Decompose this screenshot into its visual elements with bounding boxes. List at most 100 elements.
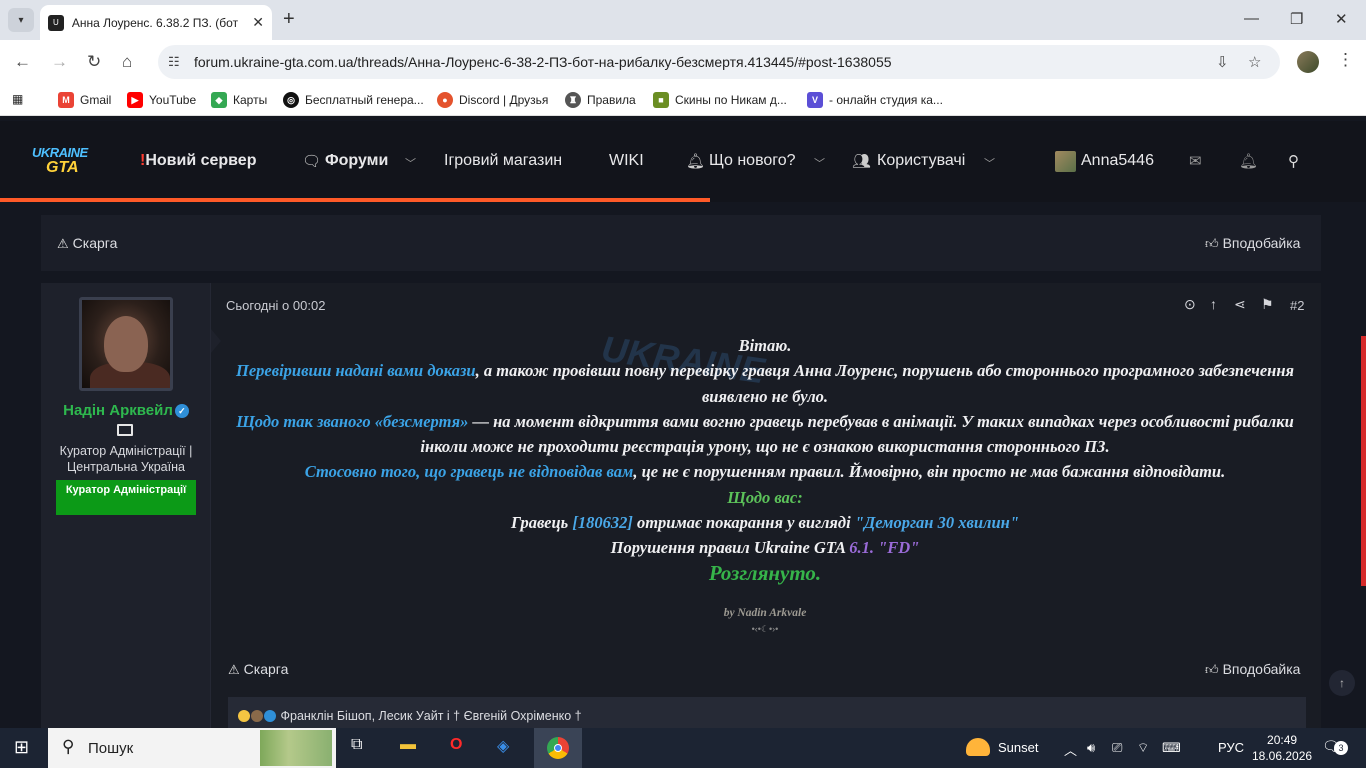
forward-icon[interactable]: → [51,52,68,72]
address-bar[interactable]: ☷ forum.ukraine-gta.com.ua/threads/Анна-… [158,45,1280,79]
app-icon[interactable]: ◈ [497,736,509,756]
like-button[interactable]: 👍︎ Вподобайка [1205,661,1300,678]
keyboard-icon[interactable]: ⌨ [1162,740,1181,756]
tab-search-button[interactable]: ▾ [8,8,34,32]
install-app-icon[interactable]: ⇩ [1216,53,1229,71]
taskbar-search[interactable]: ⚲ Пошук [48,728,336,768]
search-icon[interactable]: ⚲ [1288,152,1299,170]
home-icon[interactable]: ⌂ [122,52,132,72]
nav-username[interactable]: Anna5446 [1081,152,1154,170]
react-icon[interactable]: ⊙ [1184,296,1196,313]
weather-icon[interactable] [966,738,990,756]
logo-text-top: UKRAINE [32,145,88,160]
comment-icon: 🗨 [302,153,322,170]
url-text[interactable]: forum.ukraine-gta.com.ua/threads/Анна-Ло… [194,54,892,70]
share-icon[interactable]: ⋖ [1234,296,1246,313]
bookmark-rules[interactable]: ♜ Правила [565,92,636,108]
back-icon[interactable]: ← [14,52,31,72]
bookmark-skins[interactable]: ■ Скины по Никам д... [653,92,787,108]
close-tab-icon[interactable]: ✕ [252,14,264,31]
clock-date: 18.06.2026 [1252,749,1313,763]
thumbs-up-icon: 👍︎ [1205,662,1219,677]
target-icon: ◎ [283,92,299,108]
avatar-face [104,316,148,372]
text: Гравець [511,513,573,533]
file-explorer-icon[interactable]: ▬ [400,736,416,754]
search-icon: ⚲ [62,737,75,756]
scroll-to-top-button[interactable]: ↑ [1329,670,1355,696]
restore-icon[interactable]: ❐ [1290,10,1303,28]
tray-chevron-icon[interactable]: ︿ [1064,740,1077,759]
windows-taskbar: ⊞ ⚲ Пошук ⧉ ▬ O ◈ Sunset ︿ 🔊︎ ⎚ ⌔ ⌨ РУС … [0,728,1366,768]
language-indicator[interactable]: РУС [1218,740,1244,755]
task-view-icon[interactable]: ⧉ [351,736,362,754]
bookmark-star-icon[interactable]: ☆ [1248,53,1261,71]
minimize-icon[interactable]: — [1244,10,1259,27]
nav-forums[interactable]: Форуми [325,152,388,170]
reload-icon[interactable]: ↻ [87,52,101,72]
bookmark-generator[interactable]: ◎ Бесплатный генера... [283,92,424,108]
search-placeholder: Пошук [88,740,134,757]
report-button[interactable]: ⚠ Скарга [57,235,117,252]
volume-icon[interactable]: 🔊︎ [1087,740,1095,756]
nav-wiki[interactable]: WIKI [609,152,644,170]
close-window-icon[interactable]: ✕ [1335,10,1348,28]
browser-tab[interactable]: U Анна Лоуренс. 6.38.2 ПЗ. (бот ✕ [40,5,272,40]
wifi-icon[interactable]: ⌔ [1137,740,1149,756]
profile-avatar[interactable] [1297,51,1319,73]
bookmark-maps[interactable]: ◆ Карты [211,92,267,108]
clock[interactable]: 20:49 18.06.2026 [1252,732,1312,764]
bookmark-discord[interactable]: ● Discord | Друзья [437,92,548,108]
like-button[interactable]: 👍︎ Вподобайка [1205,235,1300,252]
chevron-down-icon[interactable]: ﹀ [814,155,825,171]
bookmark-youtube[interactable]: ▶ YouTube [127,92,196,108]
inbox-icon[interactable]: ✉ [1189,152,1202,170]
report-label: Скарга [72,235,118,251]
post-number[interactable]: #2 [1290,298,1304,313]
bookmark-icon[interactable]: ⚑ [1261,296,1274,313]
author-name[interactable]: Надін Арквейл ✓ [41,402,211,419]
signature: by Nadin Arkvale [723,607,807,619]
site-info-icon[interactable]: ☷ [168,54,180,70]
chevron-down-icon[interactable]: ﹀ [984,155,995,171]
reading-progress-bar [0,198,1366,202]
nav-shop[interactable]: Ігровий магазин [444,152,562,170]
nav-users[interactable]: Користувачі [877,152,965,170]
reactions-list[interactable]: Франклін Бішоп, Лесик Уайт і † Євгеній О… [238,709,582,723]
no-answer-link[interactable]: Стосовно того, що гравець не відповідав … [305,462,634,481]
maps-icon: ◆ [211,92,227,108]
apps-icon[interactable]: ▦ [12,92,23,106]
user-avatar[interactable] [1055,151,1076,172]
evidence-link[interactable]: Перевіривши надані вами докази [236,361,476,380]
mail-icon[interactable] [117,424,133,436]
nav-whats-new[interactable]: Що нового? [709,152,796,170]
nav-new-server[interactable]: !Новий сервер [140,152,256,170]
v-icon: V [807,92,823,108]
notification-count: 3 [1334,741,1348,755]
post-date[interactable]: Сьогодні о 00:02 [226,298,325,313]
new-tab-icon[interactable]: + [283,8,295,31]
paragraph-3: Стосовно того, що гравець не відповідав … [226,459,1304,484]
page-scrollbar[interactable] [1361,336,1366,586]
bookmark-studio[interactable]: V - онлайн студия ка... [807,92,943,108]
post: Надін Арквейл ✓ Куратор Адміністрації | Ц… [41,283,1321,768]
chrome-taskbar-button[interactable] [534,728,582,768]
opera-icon[interactable]: O [450,736,462,754]
site-logo[interactable]: UKRAINE GTA [32,145,94,181]
weather-label[interactable]: Sunset [998,740,1038,755]
bookmark-gmail[interactable]: M Gmail [58,92,111,108]
meet-icon[interactable]: ⎚ [1112,740,1122,756]
menu-icon[interactable]: ⋮ [1337,50,1354,70]
report-button[interactable]: ⚠ Скарга [228,661,288,678]
progress-fill [0,198,711,202]
bookmark-label: - онлайн студия ка... [829,93,943,107]
chevron-down-icon[interactable]: ﹀ [405,155,416,171]
author-avatar[interactable] [79,297,173,391]
windows-start-icon[interactable]: ⊞ [14,737,29,758]
immortality-link[interactable]: Щодо так званого «безсмертя» [236,412,468,431]
cat-icon [251,710,263,722]
alerts-bell-icon[interactable]: 🔔︎ [1239,152,1258,170]
bookmark-label: Бесплатный генера... [305,93,424,107]
arrow-up-icon[interactable]: ↑ [1210,296,1217,312]
status-text: Розглянуто. [708,560,822,585]
